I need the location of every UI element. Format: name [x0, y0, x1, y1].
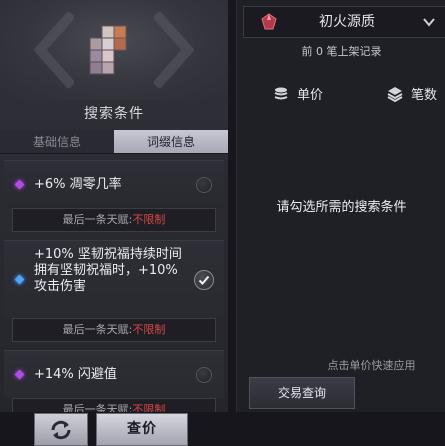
- purple-diamond-icon: [14, 369, 25, 380]
- coin-stack-icon: [274, 87, 288, 100]
- affix-item[interactable]: +10% 坚韧祝福持续时间 拥有坚韧祝福时，+10% 攻击伤害: [4, 240, 224, 318]
- gem-icon: [261, 13, 277, 30]
- refresh-icon: [51, 420, 71, 440]
- item-header: [0, 0, 228, 100]
- affix-item[interactable]: +6% 凋零几率: [4, 160, 224, 208]
- refresh-button[interactable]: [34, 413, 88, 446]
- tab-basic-info[interactable]: 基础信息: [0, 130, 114, 154]
- price-check-button[interactable]: 查价: [96, 413, 188, 446]
- affix-checkbox[interactable]: [196, 367, 212, 383]
- affix-text: +6% 凋零几率: [34, 177, 122, 192]
- last-talent-row: 最后一条天赋:不限制: [12, 208, 216, 232]
- last-talent-value: 不限制: [132, 213, 166, 226]
- column-count[interactable]: 笔数: [387, 86, 437, 106]
- record-count: 前 0 笔上架记录: [301, 45, 382, 58]
- chevron-left-decoration-icon: [34, 12, 74, 88]
- search-conditions-title: 搜索条件: [84, 106, 144, 122]
- last-talent-label: 最后一条天赋:: [62, 403, 133, 412]
- affix-text: +14% 闪避值: [34, 367, 117, 382]
- trade-query-button[interactable]: 交易查询: [249, 377, 355, 409]
- purple-diamond-icon: [14, 179, 25, 190]
- last-talent-value: 不限制: [132, 403, 166, 412]
- last-talent-value: 不限制: [132, 323, 166, 336]
- info-tabs: 基础信息 词缀信息: [0, 130, 228, 154]
- affix-checkbox-checked[interactable]: [194, 270, 214, 290]
- blue-diamond-icon: [14, 274, 25, 285]
- affix-text: +10% 坚韧祝福持续时间 拥有坚韧祝福时，+10% 攻击伤害: [34, 247, 182, 294]
- item-icon: [89, 25, 127, 75]
- empty-hint: 请勾选所需的搜索条件: [276, 200, 407, 215]
- chevron-down-icon: [423, 18, 435, 27]
- column-price[interactable]: 单价: [273, 86, 323, 106]
- checkmark-icon: [198, 275, 210, 285]
- column-price-label: 单价: [297, 88, 324, 103]
- quick-apply-hint: 点击单价快速应用: [327, 359, 416, 372]
- affix-item[interactable]: +14% 闪避值: [4, 350, 224, 398]
- last-talent-label: 最后一条天赋:: [62, 213, 133, 226]
- market-panel: 初火源质 前 0 笔上架记录 单价 笔数 请勾选所需的搜索条件 点击单价快速应用…: [236, 0, 445, 412]
- last-talent-row: 最后一条天赋:不限制: [12, 398, 216, 412]
- category-label: 初火源质: [319, 14, 375, 30]
- category-dropdown[interactable]: 初火源质: [243, 6, 445, 38]
- last-talent-row: 最后一条天赋:不限制: [12, 318, 216, 342]
- column-count-label: 笔数: [411, 88, 438, 103]
- tab-affix-info[interactable]: 词缀信息: [114, 130, 228, 154]
- search-panel: 搜索条件 基础信息 词缀信息 +6% 凋零几率 最后一条天赋:不限制 +10% …: [0, 0, 228, 412]
- affix-checkbox[interactable]: [196, 177, 212, 193]
- chevron-right-decoration-icon: [154, 12, 194, 88]
- layers-icon: [387, 87, 403, 103]
- affix-list: +6% 凋零几率 最后一条天赋:不限制 +10% 坚韧祝福持续时间 拥有坚韧祝福…: [0, 160, 228, 412]
- last-talent-label: 最后一条天赋:: [62, 323, 133, 336]
